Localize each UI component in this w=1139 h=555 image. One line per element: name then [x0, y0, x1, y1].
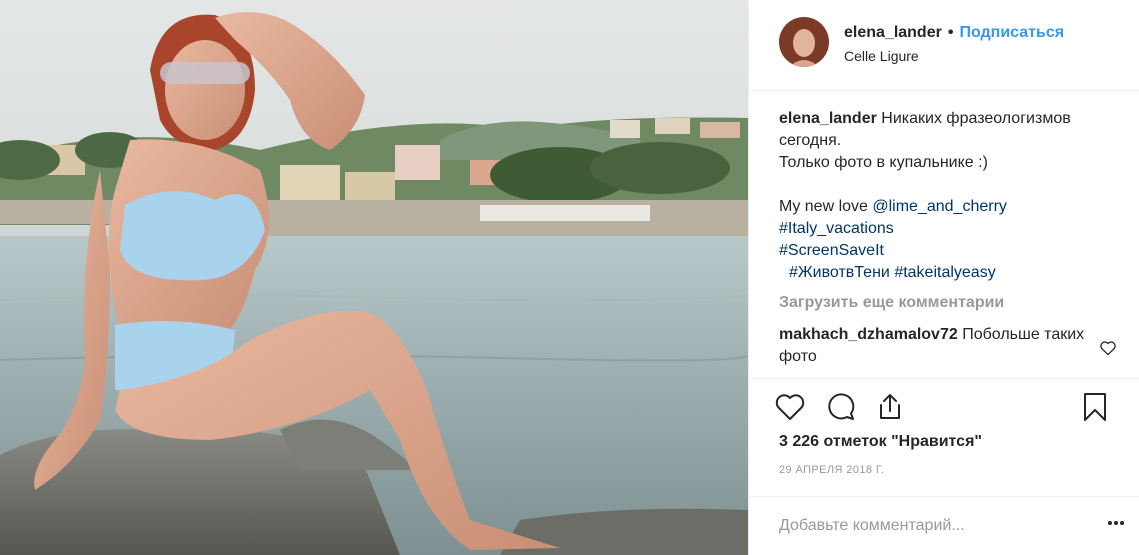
caption-username[interactable]: elena_lander [779, 110, 877, 127]
heart-icon[interactable] [774, 391, 806, 423]
add-comment-input[interactable] [779, 515, 1079, 537]
post-modal: elena_lander • Подписаться Celle Ligure … [0, 0, 1139, 555]
dot-icon [1114, 521, 1118, 525]
small-heart-icon[interactable] [1099, 340, 1117, 356]
location-link[interactable]: Celle Ligure [844, 48, 1064, 64]
comment-username[interactable]: makhach_dzhamalov72 [779, 326, 958, 343]
add-comment-bar [749, 496, 1139, 555]
hashtag-line-3: #ЖивотвТени #takeitalyeasy [779, 262, 1123, 284]
post-image [0, 0, 748, 555]
author-username[interactable]: elena_lander [844, 23, 942, 43]
share-icon[interactable] [874, 391, 906, 423]
comment-bubble-icon[interactable] [825, 391, 857, 423]
bookmark-icon[interactable] [1079, 391, 1111, 423]
hashtag-link[interactable]: #ScreenSaveIt [779, 242, 884, 259]
hashtag-link[interactable]: #takeitalyeasy [894, 264, 995, 281]
likes-count[interactable]: 3 226 отметок "Нравится" [779, 433, 982, 451]
separator-dot: • [947, 24, 954, 41]
mention-link[interactable]: @lime_and_cherry [872, 198, 1007, 215]
caption-mention-line: My new love @lime_and_cherry [779, 196, 1123, 218]
post-photo[interactable] [0, 0, 748, 555]
hashtag-line-1: #Italy_vacations [779, 218, 1123, 240]
more-options-icon[interactable] [1108, 521, 1124, 527]
post-date[interactable]: 29 апреля 2018 г. [779, 464, 884, 476]
hashtag-line-2: #ScreenSaveIt [779, 240, 1123, 262]
hashtag-link[interactable]: #ЖивотвТени [789, 264, 890, 281]
action-bar [749, 378, 1139, 436]
comments-section: elena_lander Никаких фразеологизмов сего… [749, 91, 1139, 368]
hashtag-link[interactable]: #Italy_vacations [779, 220, 894, 237]
load-more-comments-button[interactable]: Загрузить еще комментарии [779, 292, 1123, 314]
avatar-image [779, 17, 829, 67]
follow-button[interactable]: Подписаться [959, 23, 1064, 43]
dot-icon [1120, 521, 1124, 525]
comment-item: makhach_dzhamalov72 Побольше таких фото [779, 324, 1123, 368]
caption: elena_lander Никаких фразеологизмов сего… [779, 108, 1123, 174]
post-header: elena_lander • Подписаться Celle Ligure [749, 0, 1139, 91]
post-sidebar: elena_lander • Подписаться Celle Ligure … [748, 0, 1139, 555]
caption-line-prefix: My new love [779, 198, 873, 215]
avatar[interactable] [779, 17, 829, 67]
dot-icon [1108, 521, 1112, 525]
header-line: elena_lander • Подписаться [844, 23, 1064, 43]
header-text: elena_lander • Подписаться Celle Ligure [844, 23, 1064, 64]
